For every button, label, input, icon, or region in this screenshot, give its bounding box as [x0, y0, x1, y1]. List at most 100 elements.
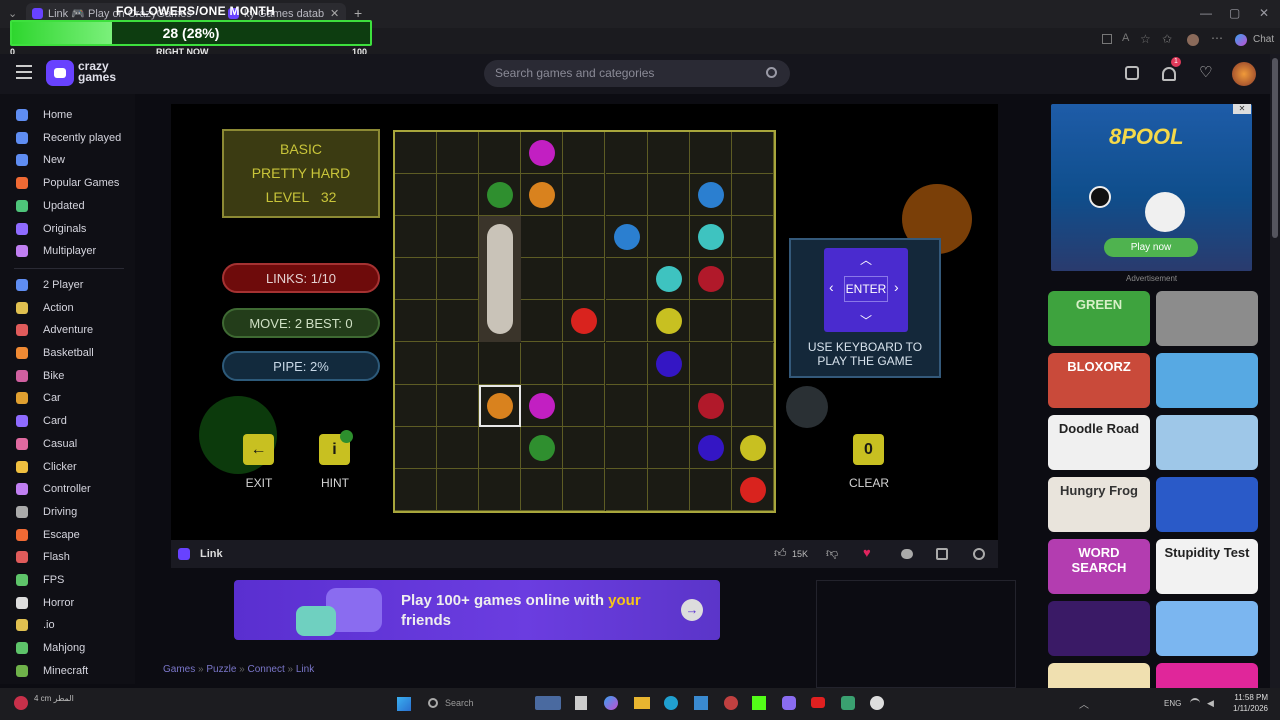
- grid-cell[interactable]: [437, 468, 480, 511]
- grid-cell[interactable]: [731, 384, 774, 427]
- grid-cell[interactable]: [521, 342, 564, 385]
- game-thumbnail[interactable]: [1156, 477, 1258, 532]
- grid-cell[interactable]: [647, 426, 690, 469]
- search-input[interactable]: Search games and categories: [484, 60, 790, 87]
- clear-button[interactable]: 0: [853, 434, 884, 465]
- grid-cell[interactable]: [605, 300, 648, 343]
- grid-cell[interactable]: [689, 132, 732, 174]
- puzzle-grid[interactable]: [393, 130, 776, 513]
- favorites-icon[interactable]: ✩: [1162, 32, 1172, 46]
- multiplayer-promo-banner[interactable]: Play 100+ games online with your friends…: [234, 580, 720, 640]
- game-thumbnail[interactable]: [1048, 601, 1150, 656]
- grid-cell[interactable]: [395, 468, 437, 511]
- taskbar-app-photos[interactable]: [535, 696, 561, 710]
- grid-cell[interactable]: [647, 174, 690, 217]
- game-thumbnail[interactable]: BLOXORZ: [1048, 353, 1150, 408]
- grid-cell[interactable]: [731, 174, 774, 217]
- sidebar-item-adventure[interactable]: Adventure: [0, 319, 135, 341]
- taskbar-app-explorer[interactable]: [634, 697, 650, 709]
- grid-cell[interactable]: [395, 216, 437, 259]
- grid-cell[interactable]: [395, 426, 437, 469]
- grid-cell[interactable]: [563, 258, 606, 301]
- tray-chevron-icon[interactable]: ︿: [1079, 696, 1089, 711]
- taskbar-search-icon[interactable]: [428, 698, 438, 708]
- sidebar-item-multiplayer[interactable]: Multiplayer: [0, 240, 135, 262]
- sidebar-item-card[interactable]: Card: [0, 410, 135, 432]
- language-indicator[interactable]: ENG: [1164, 699, 1181, 708]
- notifications-bell-icon[interactable]: [1162, 67, 1176, 81]
- clock-time[interactable]: 11:58 PM: [1222, 693, 1268, 702]
- grid-cell[interactable]: [479, 342, 522, 385]
- sidebar-item-action[interactable]: Action: [0, 297, 135, 319]
- report-icon[interactable]: [901, 549, 913, 559]
- grid-cell[interactable]: [437, 174, 480, 217]
- fullscreen-icon[interactable]: [973, 548, 985, 560]
- breadcrumb-item[interactable]: Puzzle: [206, 664, 236, 675]
- breadcrumb-item[interactable]: Connect: [248, 664, 285, 675]
- maximize-icon[interactable]: ▢: [1229, 6, 1240, 20]
- sidebar-item-escape[interactable]: Escape: [0, 524, 135, 546]
- game-thumbnail[interactable]: GREEN: [1048, 291, 1150, 346]
- sidebar-item-casual[interactable]: Casual: [0, 433, 135, 455]
- grid-cell[interactable]: [395, 342, 437, 385]
- sidebar-item-io[interactable]: .io: [0, 614, 135, 636]
- taskbar-app-youtube[interactable]: [811, 697, 825, 708]
- grid-cell[interactable]: [731, 258, 774, 301]
- favorite-heart-icon[interactable]: ♥: [863, 545, 871, 560]
- grid-cell[interactable]: [521, 216, 564, 259]
- start-icon[interactable]: [397, 697, 411, 711]
- wifi-icon[interactable]: [1190, 698, 1200, 708]
- sidebar-item-clicker[interactable]: Clicker: [0, 456, 135, 478]
- sidebar-item-driving[interactable]: Driving: [0, 501, 135, 523]
- sidebar-item-basketball[interactable]: Basketball: [0, 342, 135, 364]
- grid-cell[interactable]: [563, 132, 606, 174]
- grid-cell[interactable]: [395, 132, 437, 174]
- color-dot[interactable]: [655, 266, 682, 293]
- grid-cell[interactable]: [647, 384, 690, 427]
- grid-cell[interactable]: [689, 468, 732, 511]
- copilot-icon[interactable]: [1235, 34, 1247, 46]
- taskbar-search[interactable]: Search: [445, 698, 474, 708]
- search-icon[interactable]: [766, 67, 777, 78]
- grid-cell[interactable]: [647, 216, 690, 259]
- taskbar-app-terminal[interactable]: [575, 696, 587, 710]
- ad-play-button[interactable]: Play now: [1104, 238, 1198, 257]
- grid-cell[interactable]: [731, 132, 774, 174]
- sidebar-item-fps[interactable]: FPS: [0, 569, 135, 591]
- grid-cell[interactable]: [521, 258, 564, 301]
- game-thumbnail[interactable]: Doodle Road: [1048, 415, 1150, 470]
- grid-cell[interactable]: [437, 258, 480, 301]
- chat-label[interactable]: Chat: [1253, 34, 1274, 45]
- color-dot[interactable]: [529, 434, 556, 461]
- tab-list-icon[interactable]: ⌄: [8, 7, 17, 20]
- sidebar-item-bike[interactable]: Bike: [0, 365, 135, 387]
- ad-close-icon[interactable]: ✕: [1233, 104, 1251, 114]
- taskbar-app-discord[interactable]: [782, 696, 796, 710]
- grid-cell[interactable]: [479, 468, 522, 511]
- grid-cell[interactable]: [689, 300, 732, 343]
- grid-cell[interactable]: [437, 426, 480, 469]
- grid-cell[interactable]: [563, 384, 606, 427]
- color-dot[interactable]: [529, 392, 556, 419]
- sidebar-item-minecraft[interactable]: Minecraft: [0, 660, 135, 682]
- grid-cell[interactable]: [437, 384, 480, 427]
- sidebar-item-new[interactable]: New: [0, 149, 135, 171]
- crazygames-logo-icon[interactable]: [46, 60, 74, 86]
- sidebar-item-flash[interactable]: Flash: [0, 546, 135, 568]
- color-dot[interactable]: [697, 266, 724, 293]
- breadcrumb-item[interactable]: Games: [163, 664, 195, 675]
- color-dot[interactable]: [697, 182, 724, 209]
- grid-cell[interactable]: [563, 468, 606, 511]
- color-dot[interactable]: [739, 434, 766, 461]
- grid-cell[interactable]: [395, 174, 437, 217]
- color-dot[interactable]: [697, 224, 724, 251]
- grid-cell[interactable]: [605, 174, 648, 217]
- clock-date[interactable]: 1/11/2026: [1222, 704, 1268, 713]
- sidebar-item-recently-played[interactable]: Recently played: [0, 127, 135, 149]
- color-dot[interactable]: [697, 392, 724, 419]
- taskbar-app-chrome[interactable]: [724, 696, 738, 710]
- grid-cell[interactable]: [605, 384, 648, 427]
- grid-cell[interactable]: [689, 342, 732, 385]
- grid-cell[interactable]: [605, 468, 648, 511]
- sidebar-item-originals[interactable]: Originals: [0, 218, 135, 240]
